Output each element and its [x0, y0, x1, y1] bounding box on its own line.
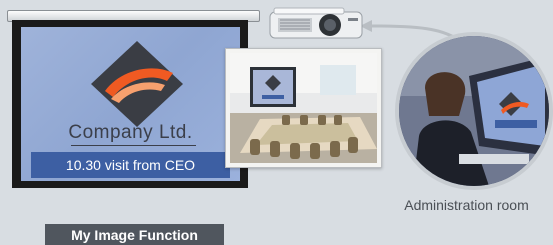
screen-surface: Company Ltd. 10.30 visit from CEO [21, 27, 240, 181]
visit-message: 10.30 visit from CEO [31, 152, 230, 178]
company-name: Company Ltd. [68, 122, 193, 143]
company-logo [91, 41, 183, 127]
meeting-room-photo [225, 48, 382, 168]
function-badge-label: My Image Function [71, 226, 198, 243]
administration-room-label: Administration room [404, 197, 529, 213]
visit-message-text: 10.30 visit from CEO [65, 157, 196, 173]
image-function-illustration: Company Ltd. 10.30 visit from CEO Admini… [0, 0, 553, 245]
projector-icon [269, 7, 363, 39]
company-name-underline [71, 145, 196, 146]
meeting-room-image [230, 53, 377, 163]
administration-room-photo [395, 32, 553, 190]
administrator-image [399, 36, 549, 186]
function-badge: My Image Function [45, 224, 224, 245]
